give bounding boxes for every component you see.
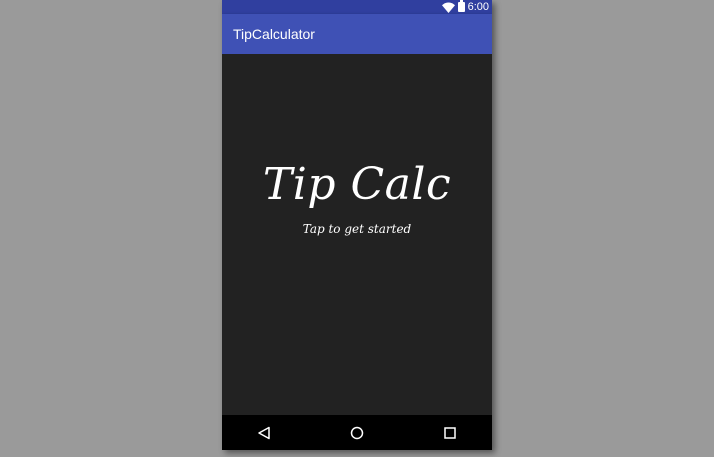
device-screen: 6:00 TipCalculator Tip Calc Tap to get s… — [222, 0, 492, 450]
back-button[interactable] — [244, 415, 284, 450]
recents-icon — [444, 426, 456, 439]
home-button[interactable] — [337, 415, 377, 450]
splash-title: Tip Calc — [262, 159, 452, 210]
navigation-bar — [222, 415, 492, 450]
recents-button[interactable] — [430, 415, 470, 450]
wifi-icon — [441, 2, 455, 13]
status-bar: 6:00 — [222, 0, 492, 14]
status-time: 6:00 — [467, 1, 489, 13]
home-icon — [350, 426, 364, 439]
back-icon — [258, 426, 270, 439]
status-icons: 6:00 — [441, 0, 489, 14]
splash-screen[interactable]: Tip Calc Tap to get started — [222, 54, 492, 415]
app-bar: TipCalculator — [222, 14, 492, 54]
app-title: TipCalculator — [233, 26, 315, 42]
splash-subtitle: Tap to get started — [302, 222, 412, 236]
battery-icon — [457, 0, 465, 12]
